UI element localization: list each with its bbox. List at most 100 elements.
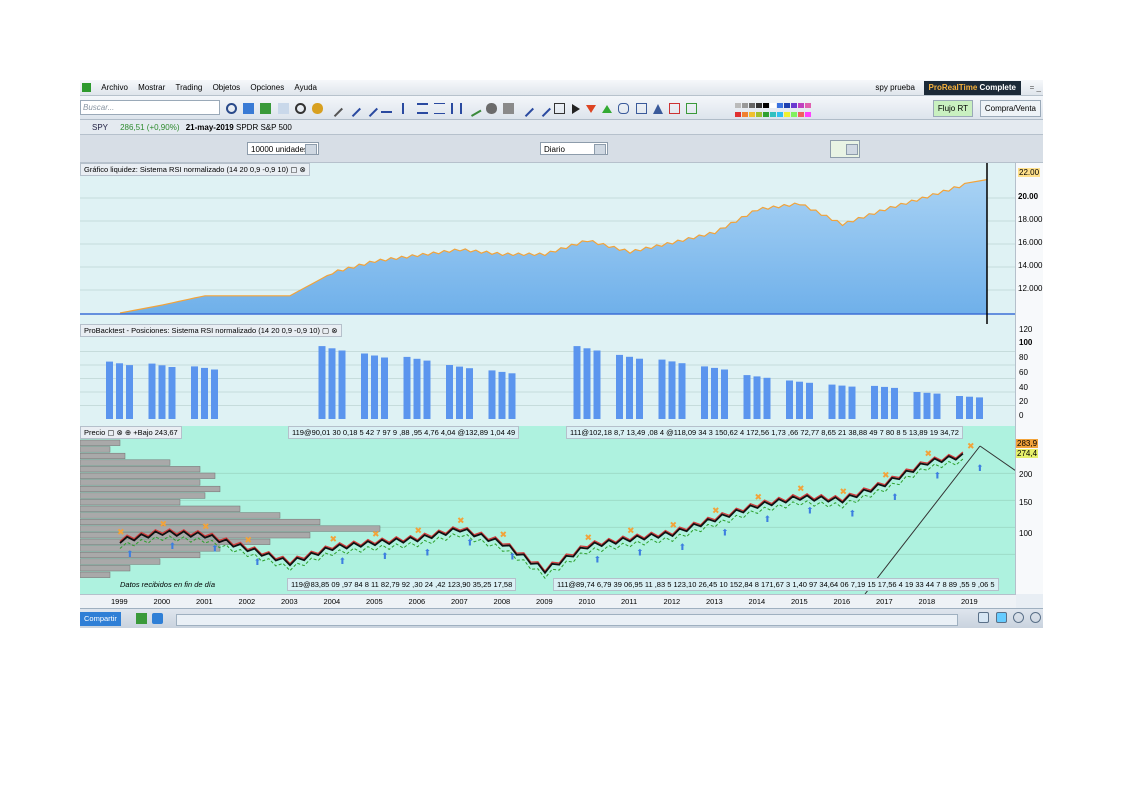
price-axis: 283,9 274,4 200 150 100 xyxy=(1015,426,1043,594)
pitchfork-icon[interactable] xyxy=(451,103,463,114)
menu-objetos[interactable]: Objetos xyxy=(213,80,241,96)
close-icon[interactable]: ▢ ⊗ ⊕ xyxy=(107,428,131,437)
hand-icon[interactable] xyxy=(978,612,990,623)
menu-trading[interactable]: Trading xyxy=(176,80,203,96)
window-controls-icon[interactable]: = _ xyxy=(1030,80,1041,96)
stats-label: 119@83,85 09 ,97 84 8 11 82,79 92 ,30 24… xyxy=(287,578,517,591)
menu-ayuda[interactable]: Ayuda xyxy=(294,80,317,96)
arrow-down-icon[interactable] xyxy=(585,104,596,113)
trash-icon[interactable] xyxy=(502,103,514,114)
search-icon[interactable] xyxy=(226,103,237,114)
positions-panel-title: ProBacktest - Posiciones: Sistema RSI no… xyxy=(80,324,342,337)
year-label: 2002 xyxy=(238,597,256,606)
year-label: 2019 xyxy=(961,597,978,606)
horizontal-line-icon[interactable] xyxy=(381,105,393,113)
close-icon[interactable]: ▢ ⊗ xyxy=(290,165,305,174)
menu-archivo[interactable]: Archivo xyxy=(101,80,128,96)
crossing-icon[interactable] xyxy=(516,100,534,117)
channel-icon[interactable] xyxy=(416,103,428,114)
cursor-icon[interactable] xyxy=(277,103,289,114)
price-tag: 274,4 xyxy=(1016,449,1039,458)
sell-marker: ✖ xyxy=(585,533,593,543)
price-chart: ✖ ⬆ ✖ ⬆ ✖ ⬆ ✖ ⬆ ✖ ⬆ ✖ ⬆ ✖ ⬆ ✖ ⬆ ✖ ⬆ ✖ ⬆ ✖ ⬆ ✖ ⬆ ✖ ⬆ ✖ ⬆ ✖ ⬆ ✖ ⬆ ✖ ⬆ ✖ ⬆ ✖ ⬆ xyxy=(80,426,1016,594)
positions-axis-label: 120 xyxy=(1019,325,1033,334)
position-bar xyxy=(956,396,963,419)
units-select[interactable]: 10000 unidades xyxy=(247,142,319,155)
tools-settings-icon[interactable] xyxy=(485,103,497,114)
equity-panel-title: Gráfico liquidez: Sistema RSI normalizad… xyxy=(80,163,310,176)
bug-icon[interactable] xyxy=(312,103,324,114)
buy-marker: ⬆ xyxy=(509,553,517,563)
user-name[interactable]: spy prueba xyxy=(875,80,915,96)
indicator-icon[interactable] xyxy=(136,613,147,624)
positions-chart xyxy=(80,324,1016,426)
compra-venta-button[interactable]: Compra/Venta xyxy=(979,100,1041,117)
year-label: 2015 xyxy=(791,597,808,606)
triangle-icon[interactable] xyxy=(652,103,663,114)
share-label: Compartir xyxy=(84,614,117,623)
text-tool-icon[interactable] xyxy=(554,103,566,114)
parallel-icon[interactable] xyxy=(534,100,552,117)
instrument-symbol[interactable]: SPY xyxy=(92,123,108,132)
fibonacci-icon[interactable] xyxy=(433,103,445,114)
zoom-tool-icon[interactable] xyxy=(294,103,306,114)
app-logo-icon xyxy=(82,83,91,93)
lasso-icon[interactable] xyxy=(618,103,630,114)
position-bar xyxy=(976,397,983,419)
period-select[interactable]: Diario xyxy=(540,142,608,155)
menu-opciones[interactable]: Opciones xyxy=(250,80,284,96)
position-bar xyxy=(616,354,623,419)
stats-label: 119@90,01 30 0,18 5 42 7 97 9 ,88 ,95 4,… xyxy=(288,426,520,439)
menu-mostrar[interactable]: Mostrar xyxy=(138,80,165,96)
zone-green-icon[interactable] xyxy=(686,103,698,114)
chart-type-button[interactable] xyxy=(830,140,860,158)
close-icon[interactable]: ▢ ⊗ xyxy=(322,326,337,335)
sell-marker: ✖ xyxy=(670,521,678,531)
position-bar xyxy=(361,353,368,419)
year-label: 2016 xyxy=(833,597,851,606)
position-bar xyxy=(498,371,506,419)
buy-marker: ⬆ xyxy=(806,507,814,517)
horizontal-scrollbar[interactable] xyxy=(176,614,958,626)
calendar-icon[interactable] xyxy=(243,103,255,114)
gann-icon[interactable] xyxy=(465,100,482,117)
position-bar xyxy=(881,386,888,419)
tree-icon[interactable] xyxy=(260,103,272,114)
share-button[interactable]: Compartir xyxy=(80,612,121,626)
buy-marker: ⬆ xyxy=(934,472,942,482)
sell-marker: ✖ xyxy=(925,450,933,460)
rectangle-icon[interactable] xyxy=(635,103,647,114)
volume-profile-bar xyxy=(80,479,201,486)
ray-tool-icon[interactable] xyxy=(360,100,378,117)
arrow-right-icon[interactable] xyxy=(571,103,580,114)
equity-axis-label: 14.000 xyxy=(1018,261,1043,270)
zoom-area-icon[interactable] xyxy=(995,612,1007,623)
chevron-down-icon xyxy=(305,144,317,155)
arrow-up-icon[interactable] xyxy=(602,104,613,113)
price-axis-label: 150 xyxy=(1019,498,1033,507)
buy-marker: ⬆ xyxy=(849,509,857,519)
position-bar xyxy=(191,366,198,419)
position-bar xyxy=(626,356,633,419)
position-bar xyxy=(848,386,856,419)
vertical-line-icon[interactable] xyxy=(402,103,410,114)
search-input[interactable]: Buscar... xyxy=(80,100,220,115)
line-tool-icon[interactable] xyxy=(343,100,361,117)
year-label: 2003 xyxy=(281,597,298,606)
selector-bar: 10000 unidades Diario xyxy=(80,135,1043,163)
buy-marker: ⬆ xyxy=(339,557,347,567)
pencil-icon[interactable] xyxy=(326,100,344,117)
zoom-in-icon[interactable] xyxy=(1030,612,1041,623)
buy-marker: ⬆ xyxy=(254,558,262,568)
zoom-out-icon[interactable] xyxy=(1012,612,1024,623)
toolbar: Buscar... Flujo RT Compra/Venta xyxy=(80,96,1043,126)
zone-icon[interactable] xyxy=(669,103,681,114)
flujo-rt-button[interactable]: Flujo RT xyxy=(932,100,973,117)
sell-marker: ✖ xyxy=(330,535,338,545)
position-bar xyxy=(318,346,326,419)
probuilder-icon[interactable] xyxy=(152,613,163,624)
position-bar xyxy=(583,348,591,419)
positions-axis-label: 100 xyxy=(1019,338,1033,347)
position-bar xyxy=(753,376,761,419)
position-bar xyxy=(701,366,708,419)
